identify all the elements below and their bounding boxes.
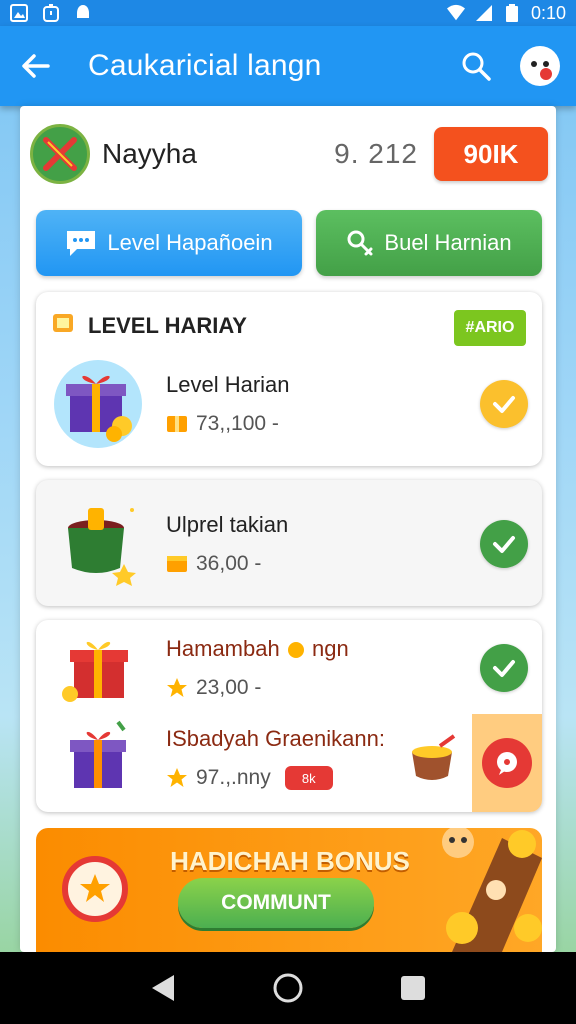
tab-label: Buel Harnian	[384, 230, 512, 255]
task-title: Ulprel takian	[166, 512, 289, 537]
daily-section-card: LEVEL HARIAY #ARIO Level Harian 73,,100 …	[36, 292, 542, 466]
ticket-icon	[166, 413, 188, 435]
reward-chip: 8k	[284, 766, 333, 790]
task-reward: 73,,100 -	[196, 412, 279, 435]
bonus-title: HADICHAH BONUS	[170, 846, 410, 876]
profile-avatar-icon[interactable]	[520, 46, 560, 86]
task-card[interactable]: Ulprel takian 36,00 -	[36, 480, 542, 606]
page-title: Caukaricial langn	[88, 49, 322, 82]
battery-icon	[503, 4, 521, 22]
task-reward: 36,00 -	[196, 552, 262, 575]
task-title: Level Harian	[166, 372, 290, 397]
wifi-icon	[446, 4, 465, 22]
check-icon[interactable]	[480, 644, 528, 692]
star-icon	[166, 677, 188, 699]
check-icon[interactable]	[480, 380, 528, 428]
back-arrow-icon[interactable]	[16, 46, 56, 86]
timer-icon	[42, 4, 60, 22]
chat-icon	[65, 228, 97, 258]
check-icon[interactable]	[480, 520, 528, 568]
star-icon	[166, 767, 188, 789]
profile-score: 9. 212	[334, 138, 418, 169]
tab-level-hapanoein[interactable]: Level Hapañoein	[36, 210, 302, 276]
bonus-banner: HADICHAH BONUS COMMUNT	[36, 828, 542, 952]
honey-pot-icon	[402, 728, 462, 788]
side-action-panel[interactable]	[472, 714, 542, 812]
tab-label: Level Hapañoein	[107, 230, 273, 255]
status-time: 0:10	[530, 2, 566, 23]
profile-name: Nayyha	[102, 138, 197, 169]
section-badge: #ARIO	[454, 310, 526, 346]
gift-box-icon	[50, 356, 146, 452]
notification-icon	[74, 4, 92, 22]
section-title: LEVEL HARIAY	[88, 312, 247, 338]
task-reward: 23,00 -	[196, 676, 262, 699]
coin-pot-icon	[50, 496, 146, 592]
trophy-icon	[346, 229, 374, 257]
task-row[interactable]: Hamambah ngn 23,00 -	[50, 626, 528, 710]
chat-bubble-icon[interactable]	[482, 738, 532, 788]
profile-action-button[interactable]: 90IK	[434, 127, 548, 181]
coin-small-icon	[286, 640, 306, 660]
task-reward: 97.,.nny	[196, 766, 271, 789]
trophy-small-icon	[50, 310, 76, 341]
sword-logo-icon	[30, 124, 90, 184]
image-icon	[10, 4, 28, 22]
profile-row: Nayyha 9. 212 90IK	[30, 124, 548, 184]
bonus-tasks-card: Hamambah ngn 23,00 - ISbadyah Graenikann…	[36, 620, 542, 812]
purple-gift-icon	[50, 716, 146, 800]
task-title: ISbadyah Graenikann:	[166, 726, 385, 751]
nav-back-icon[interactable]	[143, 968, 183, 1008]
task-row[interactable]: Level Harian 73,,100 -	[50, 356, 528, 452]
signal-icon	[475, 4, 493, 22]
section-header: LEVEL HARIAY	[50, 310, 247, 341]
nav-home-icon[interactable]	[268, 968, 308, 1008]
ticket-icon	[166, 553, 188, 575]
system-nav-bar	[0, 952, 576, 1024]
red-gift-icon	[50, 626, 146, 710]
task-row[interactable]: Ulprel takian 36,00 -	[50, 496, 528, 592]
tab-buel-harnian[interactable]: Buel Harnian	[316, 210, 542, 276]
bonus-claim-button[interactable]: COMMUNT	[178, 878, 374, 928]
treasure-art-icon	[432, 828, 542, 952]
search-icon[interactable]	[456, 46, 496, 86]
main-sheet: Nayyha 9. 212 90IK Level Hapañoein Buel …	[20, 106, 556, 952]
medal-icon	[62, 856, 128, 922]
app-bar: Caukaricial langn	[0, 26, 576, 106]
task-row[interactable]: ISbadyah Graenikann: 97.,.nny 8k	[50, 716, 462, 800]
task-title: Hamambah ngn	[166, 636, 349, 661]
nav-recents-icon[interactable]	[393, 968, 433, 1008]
status-bar: 0:10	[0, 0, 576, 26]
